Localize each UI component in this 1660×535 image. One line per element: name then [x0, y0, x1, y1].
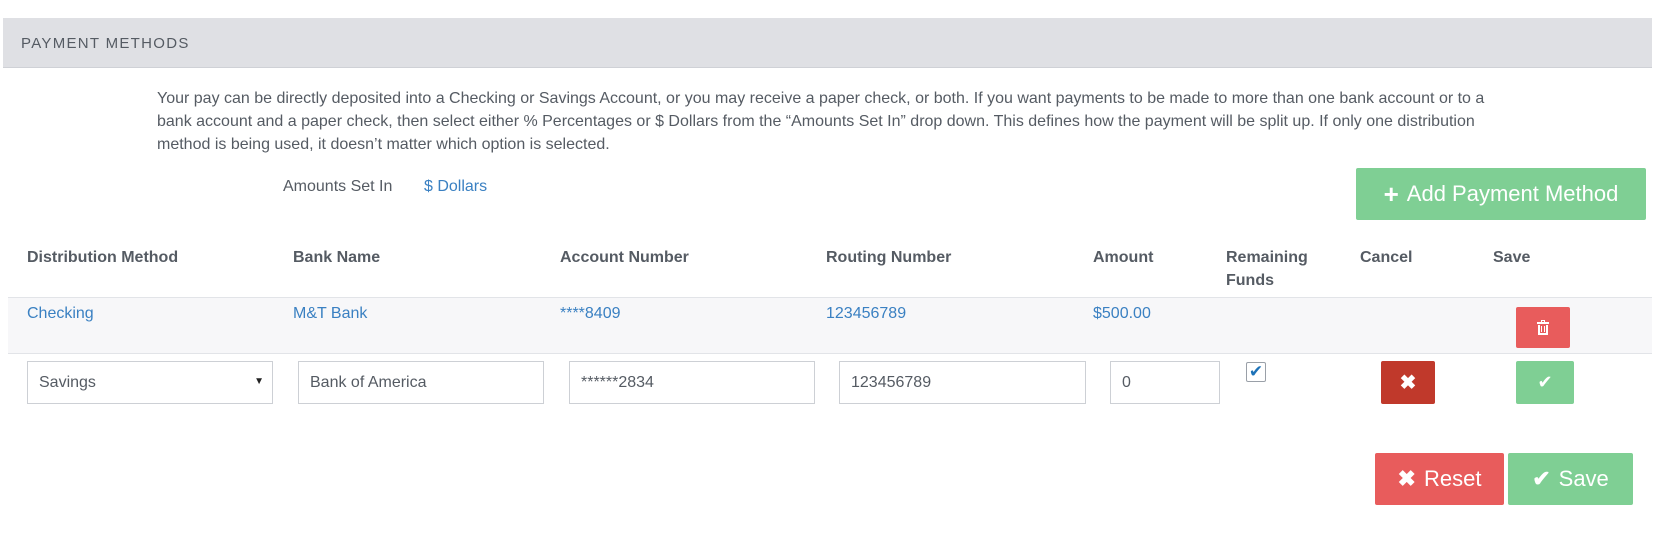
bank-name-input[interactable]: Bank of America: [298, 361, 544, 404]
checkmark-icon: ✔: [1248, 362, 1264, 381]
add-payment-method-label: Add Payment Method: [1406, 181, 1619, 206]
distribution-method-select[interactable]: Savings ▼: [27, 361, 273, 404]
header-account-number: Account Number: [560, 249, 689, 266]
panel-header: PAYMENT METHODS: [3, 18, 1652, 68]
amount-input[interactable]: 0: [1110, 361, 1220, 404]
cancel-row-button[interactable]: ✖: [1381, 361, 1435, 404]
check-icon: ✔: [1537, 372, 1553, 392]
intro-text: Your pay can be directly deposited into …: [157, 90, 1485, 153]
row-amount[interactable]: $500.00: [1093, 305, 1151, 323]
close-icon: ✖: [1399, 372, 1417, 394]
routing-number-input[interactable]: 123456789: [839, 361, 1086, 404]
check-icon: ✔: [1532, 466, 1551, 491]
header-distribution-method: Distribution Method: [27, 249, 179, 266]
table-divider: [8, 353, 1652, 354]
header-save: Save: [1493, 249, 1531, 266]
header-cancel: Cancel: [1360, 249, 1413, 266]
header-remaining-funds: Remaining Funds: [1226, 249, 1308, 289]
dropdown-arrow-icon: ▼: [254, 376, 264, 387]
plus-icon: +: [1383, 179, 1399, 209]
save-row-button[interactable]: ✔: [1516, 361, 1574, 404]
close-icon: ✖: [1397, 466, 1416, 491]
panel-title: PAYMENT METHODS: [21, 35, 190, 52]
delete-row-button[interactable]: [1516, 307, 1570, 348]
account-number-input[interactable]: ******2834: [569, 361, 815, 404]
reset-button-label: Reset: [1423, 466, 1482, 491]
row-bank-name[interactable]: M&T Bank: [293, 305, 367, 323]
save-button-label: Save: [1558, 466, 1609, 491]
reset-button[interactable]: ✖ Reset: [1375, 453, 1504, 505]
amounts-set-in-dropdown[interactable]: $ Dollars: [424, 178, 487, 196]
trash-icon: [1537, 319, 1549, 335]
header-routing-number: Routing Number: [826, 249, 952, 266]
save-button[interactable]: ✔ Save: [1508, 453, 1633, 505]
distribution-method-select-value: Savings: [39, 373, 96, 391]
row-account-number[interactable]: ****8409: [560, 305, 621, 323]
amounts-set-in-label: Amounts Set In: [283, 178, 393, 195]
header-amount: Amount: [1093, 249, 1154, 266]
row-distribution-method[interactable]: Checking: [27, 305, 94, 323]
add-payment-method-button[interactable]: + Add Payment Method: [1356, 168, 1646, 220]
row-routing-number[interactable]: 123456789: [826, 305, 906, 323]
header-bank-name: Bank Name: [293, 249, 381, 266]
remaining-funds-checkbox[interactable]: ✔: [1246, 362, 1266, 382]
